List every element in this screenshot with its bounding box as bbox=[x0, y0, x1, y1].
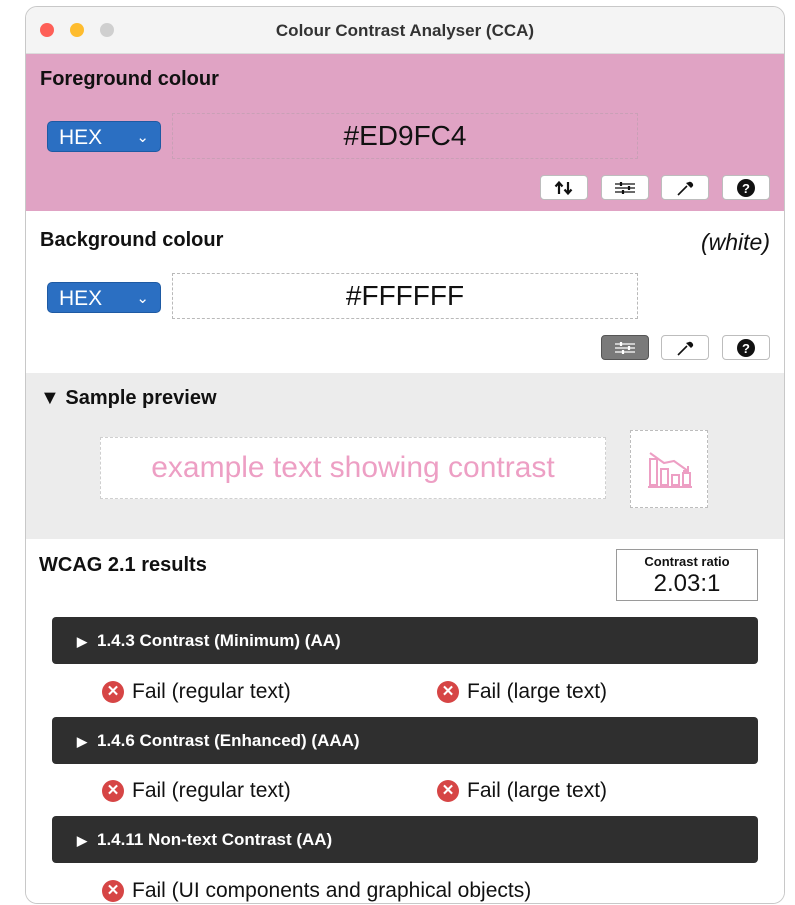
sliders-icon bbox=[615, 341, 635, 354]
eyedropper-icon bbox=[677, 181, 694, 196]
criterion-title: 1.4.6 Contrast (Enhanced) (AAA) bbox=[97, 731, 360, 750]
criterion-1-4-6-regular-result: ✕ Fail (regular text) bbox=[102, 776, 291, 806]
criterion-1-4-3-regular-result: ✕ Fail (regular text) bbox=[102, 677, 291, 707]
foreground-help-button[interactable]: ? bbox=[722, 175, 770, 200]
help-icon: ? bbox=[737, 338, 755, 357]
criterion-1-4-11-toggle[interactable]: ▶ 1.4.11 Non-text Contrast (AA) bbox=[52, 816, 758, 863]
contrast-ratio-value: 2.03:1 bbox=[653, 570, 721, 597]
swap-colours-button[interactable] bbox=[540, 175, 588, 200]
swap-icon bbox=[554, 180, 573, 195]
wcag-results-heading: WCAG 2.1 results bbox=[39, 554, 207, 576]
contrast-ratio-label: Contrast ratio bbox=[644, 554, 730, 569]
chevron-down-icon: ⌄ bbox=[136, 290, 149, 307]
fail-icon: ✕ bbox=[437, 780, 459, 802]
foreground-heading: Foreground colour bbox=[40, 68, 219, 90]
foreground-section: Foreground colour HEX ⌄ #ED9FC4 ? bbox=[26, 54, 784, 211]
app-window: Colour Contrast Analyser (CCA) Foregroun… bbox=[25, 6, 785, 904]
fail-icon: ✕ bbox=[437, 681, 459, 703]
fail-icon: ✕ bbox=[102, 681, 124, 703]
background-heading: Background colour bbox=[40, 229, 224, 251]
result-text: Fail (regular text) bbox=[132, 779, 291, 802]
window-title: Colour Contrast Analyser (CCA) bbox=[275, 21, 535, 40]
criterion-title: 1.4.11 Non-text Contrast (AA) bbox=[97, 830, 333, 849]
triangle-right-icon: ▶ bbox=[77, 634, 87, 649]
eyedropper-icon bbox=[677, 341, 694, 356]
sample-text-preview: example text showing contrast bbox=[100, 437, 606, 499]
result-text: Fail (UI components and graphical object… bbox=[132, 879, 532, 902]
background-help-button[interactable]: ? bbox=[722, 335, 770, 360]
criterion-1-4-3-large-result: ✕ Fail (large text) bbox=[437, 677, 607, 707]
foreground-sliders-button[interactable] bbox=[601, 175, 649, 200]
background-section: Background colour (white) HEX ⌄ #FFFFFF … bbox=[26, 211, 784, 373]
foreground-hex-input[interactable]: #ED9FC4 bbox=[172, 113, 638, 159]
foreground-format-value: HEX bbox=[59, 126, 103, 149]
sample-preview-toggle[interactable]: ▼ Sample preview bbox=[40, 387, 217, 410]
background-eyedropper-button[interactable] bbox=[661, 335, 709, 360]
criterion-1-4-11-result: ✕ Fail (UI components and graphical obje… bbox=[102, 876, 532, 903]
chevron-down-icon: ⌄ bbox=[136, 129, 149, 146]
criterion-1-4-6-large-result: ✕ Fail (large text) bbox=[437, 776, 607, 806]
svg-text:?: ? bbox=[742, 181, 750, 196]
background-sliders-button[interactable] bbox=[601, 335, 649, 360]
foreground-eyedropper-button[interactable] bbox=[661, 175, 709, 200]
title-bar: Colour Contrast Analyser (CCA) bbox=[26, 7, 784, 54]
triangle-right-icon: ▶ bbox=[77, 734, 87, 749]
wcag-results-section: WCAG 2.1 results Contrast ratio 2.03:1 ▶… bbox=[26, 539, 784, 903]
svg-text:?: ? bbox=[742, 341, 750, 356]
result-text: Fail (large text) bbox=[467, 680, 608, 703]
help-icon: ? bbox=[737, 178, 755, 197]
contrast-ratio-box: Contrast ratio 2.03:1 bbox=[616, 549, 758, 601]
sample-preview-section: ▼ Sample preview example text showing co… bbox=[26, 373, 784, 539]
foreground-format-select[interactable]: HEX ⌄ bbox=[47, 121, 161, 152]
sample-text: example text showing contrast bbox=[151, 451, 555, 484]
background-format-value: HEX bbox=[59, 287, 103, 310]
background-colour-name: (white) bbox=[700, 229, 770, 255]
criterion-1-4-6-toggle[interactable]: ▶ 1.4.6 Contrast (Enhanced) (AAA) bbox=[52, 717, 758, 764]
background-format-select[interactable]: HEX ⌄ bbox=[47, 282, 161, 313]
triangle-down-icon: ▼ bbox=[40, 387, 60, 409]
criterion-title: 1.4.3 Contrast (Minimum) (AA) bbox=[97, 631, 341, 650]
triangle-right-icon: ▶ bbox=[77, 833, 87, 848]
fail-icon: ✕ bbox=[102, 780, 124, 802]
criterion-1-4-3-toggle[interactable]: ▶ 1.4.3 Contrast (Minimum) (AA) bbox=[52, 617, 758, 664]
sample-preview-heading: Sample preview bbox=[65, 387, 217, 409]
result-text: Fail (large text) bbox=[467, 779, 608, 802]
chart-icon bbox=[648, 452, 692, 488]
result-text: Fail (regular text) bbox=[132, 680, 291, 703]
sliders-icon bbox=[615, 181, 635, 194]
sample-graphic-preview bbox=[630, 430, 708, 508]
fail-icon: ✕ bbox=[102, 880, 124, 902]
background-hex-input[interactable]: #FFFFFF bbox=[172, 273, 638, 319]
